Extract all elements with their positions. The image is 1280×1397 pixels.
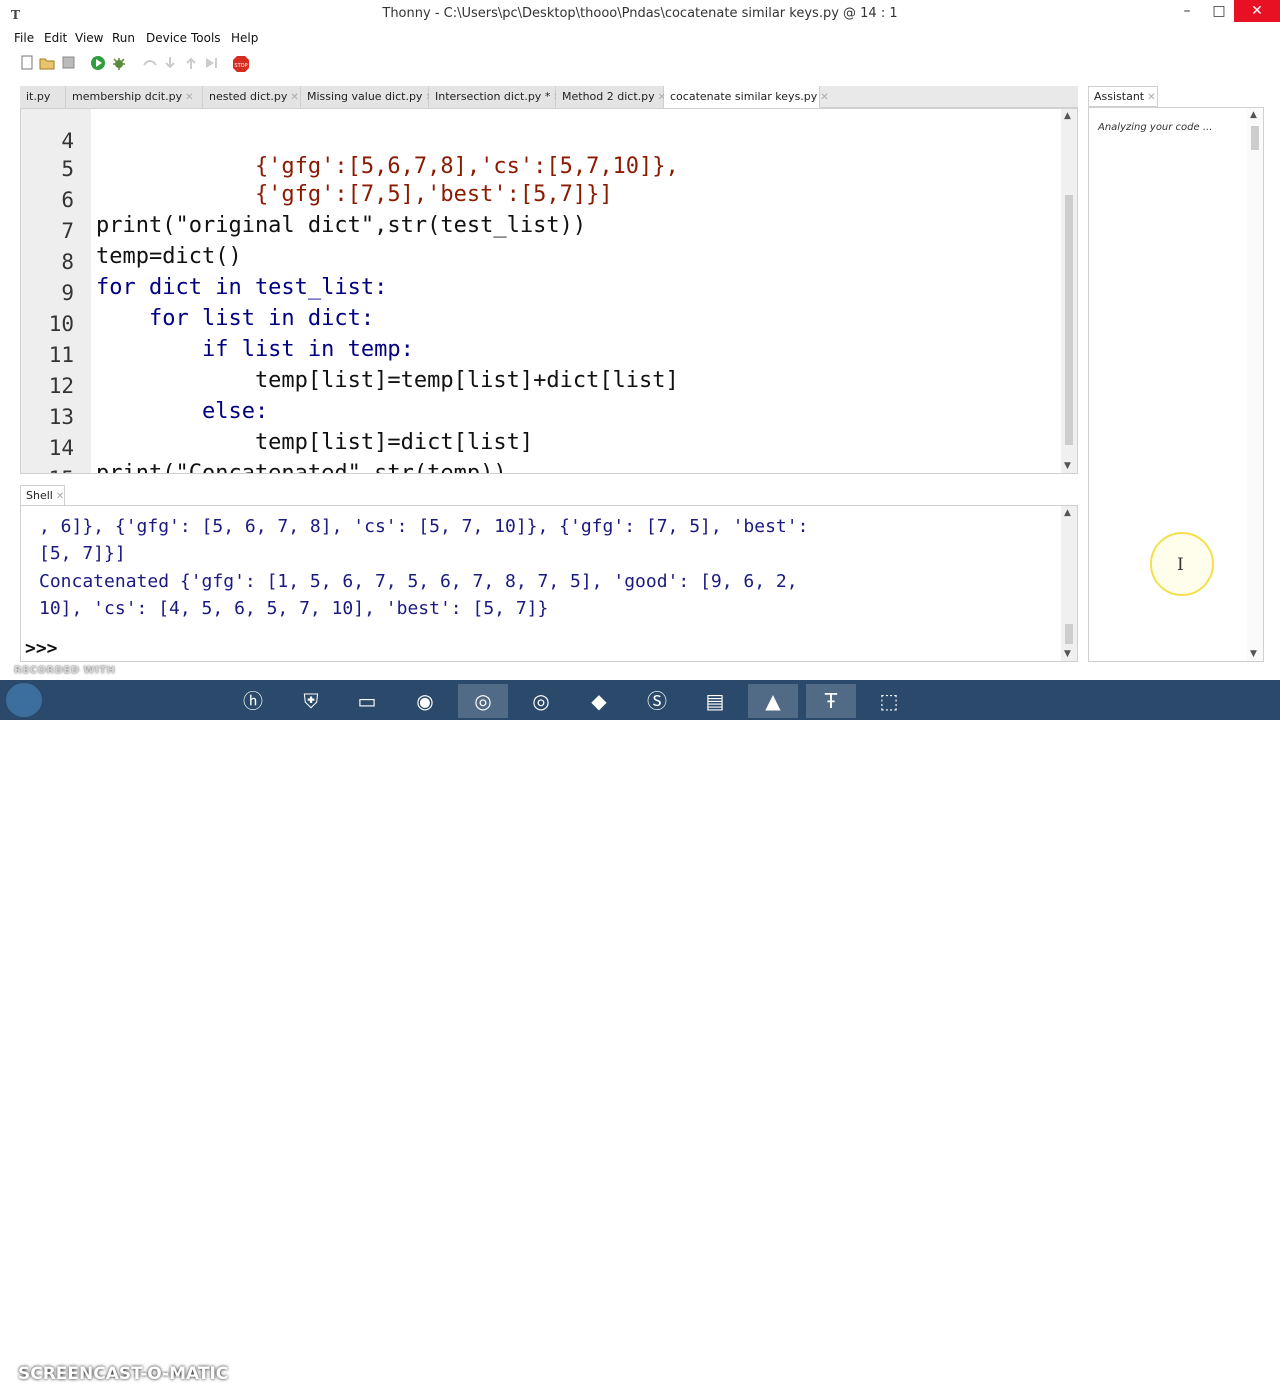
shell-output-line: 10], 'cs': [4, 5, 6, 5, 7, 10], 'best': …	[39, 598, 549, 619]
tab-membership-dcit[interactable]: membership dcit.py ✕	[66, 86, 203, 108]
scroll-down-icon[interactable]: ▼	[1064, 649, 1071, 659]
menu-help[interactable]: Help	[231, 31, 258, 45]
scrollbar-thumb[interactable]	[1065, 195, 1073, 445]
tab-method-2-dict[interactable]: Method 2 dict.py ✕	[556, 86, 666, 108]
close-tab-icon[interactable]: ✕	[290, 92, 298, 103]
menu-device[interactable]: Device	[146, 31, 187, 45]
tab-nested-dict[interactable]: nested dict.py ✕	[203, 86, 301, 108]
code-line: 7 temp=dict()	[61, 219, 242, 269]
svg-text:STOP: STOP	[234, 63, 247, 69]
shell-output-line: Concatenated {'gfg': [1, 5, 6, 7, 5, 6, …	[39, 571, 798, 592]
menu-bar: File Edit View Run Device Tools Help	[0, 29, 1280, 49]
thonny-icon[interactable]: Ŧ	[806, 684, 856, 718]
menu-edit[interactable]: Edit	[44, 31, 67, 45]
recorded-with-watermark: RECORDED WITH	[14, 665, 116, 676]
menu-tools[interactable]: Tools	[191, 31, 221, 45]
scroll-up-icon[interactable]: ▲	[1064, 508, 1071, 518]
shell-scrollbar[interactable]: ▲ ▼	[1061, 506, 1077, 661]
step-out-icon[interactable]	[183, 55, 199, 71]
code-line: 15	[21, 442, 74, 473]
window-title: Thonny - C:\Users\pc\Desktop\thooo\Pndas…	[382, 6, 898, 21]
code-line: 9 for list in dict:	[61, 281, 375, 331]
editor-scrollbar[interactable]: ▲ ▼	[1061, 109, 1077, 473]
app-icon[interactable]: ◆	[574, 684, 624, 718]
shell-output-line: , 6]}, {'gfg': [5, 6, 7, 8], 'cs': [5, 7…	[39, 516, 809, 537]
snipping-tool-icon[interactable]: ⬚	[864, 684, 914, 718]
code-line: 11 temp[list]=temp[list]+dict[list]	[48, 343, 679, 393]
clock[interactable]: 08:45 13-05-2020	[1198, 1367, 1262, 1397]
assistant-message: Analyzing your code ...	[1098, 122, 1213, 133]
scroll-up-icon[interactable]: ▲	[1250, 110, 1257, 120]
scroll-up-icon[interactable]: ▲	[1064, 111, 1071, 121]
shield-icon[interactable]: ⛨	[286, 684, 336, 718]
code-line: 4 {'gfg':[5,6,7,8],'cs':[5,7,10]},	[61, 129, 679, 179]
code-line: 5 {'gfg':[7,5],'best':[5,7]}]	[61, 157, 613, 207]
tab-intersection-dict[interactable]: Intersection dict.py *✕	[429, 86, 562, 108]
run-icon[interactable]	[90, 55, 106, 71]
text-cursor-icon: I	[1177, 555, 1184, 575]
menu-file[interactable]: File	[14, 31, 34, 45]
close-tab-icon[interactable]: ✕	[820, 92, 828, 103]
firefox-icon[interactable]: ◉	[400, 684, 450, 718]
close-tab-icon[interactable]: ✕	[185, 92, 193, 103]
chrome-alt-icon[interactable]: ◎	[516, 684, 566, 718]
chrome-icon[interactable]: ◎	[458, 684, 508, 718]
code-editor[interactable]: 4 {'gfg':[5,6,7,8],'cs':[5,7,10]}, 5 {'g…	[20, 108, 1078, 474]
taskbar: ⓗ ⛨ ▭ ◉ ◎ ◎ ◆ Ⓢ ▤ ▲ Ŧ ⬚ SCREENCAST-O-MAT…	[0, 680, 1280, 1396]
tab-it-py[interactable]: it.py	[20, 86, 66, 108]
code-line: 14 print("Concatenated",str(temp))	[48, 436, 507, 474]
resume-icon[interactable]	[203, 55, 219, 71]
shell-prompt: >>>	[25, 638, 58, 659]
code-line: 12 else:	[48, 374, 269, 424]
step-into-icon[interactable]	[162, 55, 178, 71]
debug-icon[interactable]	[111, 55, 127, 71]
title-bar: T Thonny - C:\Users\pc\Desktop\thooo\Pnd…	[0, 0, 1280, 29]
pdf-icon[interactable]: ▲	[748, 684, 798, 718]
tab-assistant[interactable]: Assistant ✕	[1088, 86, 1158, 107]
tab-missing-value-dict[interactable]: Missing value dict.py✕	[301, 86, 434, 108]
close-tab-icon[interactable]: ✕	[56, 491, 64, 502]
close-button[interactable]: ✕	[1234, 0, 1280, 22]
screencast-logo: SCREENCAST-O-MATIC	[18, 1364, 229, 1384]
scroll-down-icon[interactable]: ▼	[1250, 649, 1257, 659]
new-file-icon[interactable]	[20, 55, 36, 71]
step-over-icon[interactable]	[142, 55, 158, 71]
stop-icon[interactable]: STOP	[232, 55, 249, 72]
code-line: 13 temp[list]=dict[list]	[48, 405, 534, 455]
scroll-down-icon[interactable]: ▼	[1064, 461, 1071, 471]
tab-cocatenate-similar-keys[interactable]: cocatenate similar keys.py ✕	[664, 86, 829, 108]
document-icon[interactable]: ▤	[690, 684, 740, 718]
close-tab-icon[interactable]: ✕	[1147, 92, 1155, 103]
open-file-icon[interactable]	[39, 55, 55, 71]
system-tray: ◎ ✦ ● ▲ ⊖ ▣ ▴ ⚑ ▯ ◢ ⦿	[950, 1374, 1095, 1388]
scrollbar-thumb[interactable]	[1065, 624, 1073, 644]
code-line: 10 if list in temp:	[48, 312, 414, 362]
skype-icon[interactable]: Ⓢ	[632, 684, 682, 718]
code-line: 6 print("original dict",str(test_list))	[61, 188, 587, 238]
menu-view[interactable]: View	[75, 31, 103, 45]
menu-run[interactable]: Run	[112, 31, 135, 45]
shell-output-line: [5, 7]}]	[39, 543, 126, 564]
editor-tabs: it.py membership dcit.py ✕ nested dict.py…	[20, 86, 1078, 108]
start-button[interactable]	[6, 683, 42, 717]
tab-shell[interactable]: Shell ✕	[20, 485, 65, 506]
minimize-button[interactable]: –	[1172, 0, 1202, 24]
code-line: 8 for dict in test_list:	[61, 250, 388, 300]
toolbar: STOP	[0, 51, 1280, 75]
shell-console[interactable]: , 6]}, {'gfg': [5, 6, 7, 8], 'cs': [5, 7…	[20, 505, 1078, 662]
maximize-button[interactable]: □	[1204, 0, 1234, 24]
save-file-icon[interactable]	[61, 55, 77, 71]
folder-icon[interactable]: ▭	[342, 684, 392, 718]
scrollbar-thumb[interactable]	[1251, 126, 1259, 150]
hp-icon[interactable]: ⓗ	[228, 684, 278, 718]
assistant-scrollbar[interactable]: ▲ ▼	[1247, 108, 1263, 661]
